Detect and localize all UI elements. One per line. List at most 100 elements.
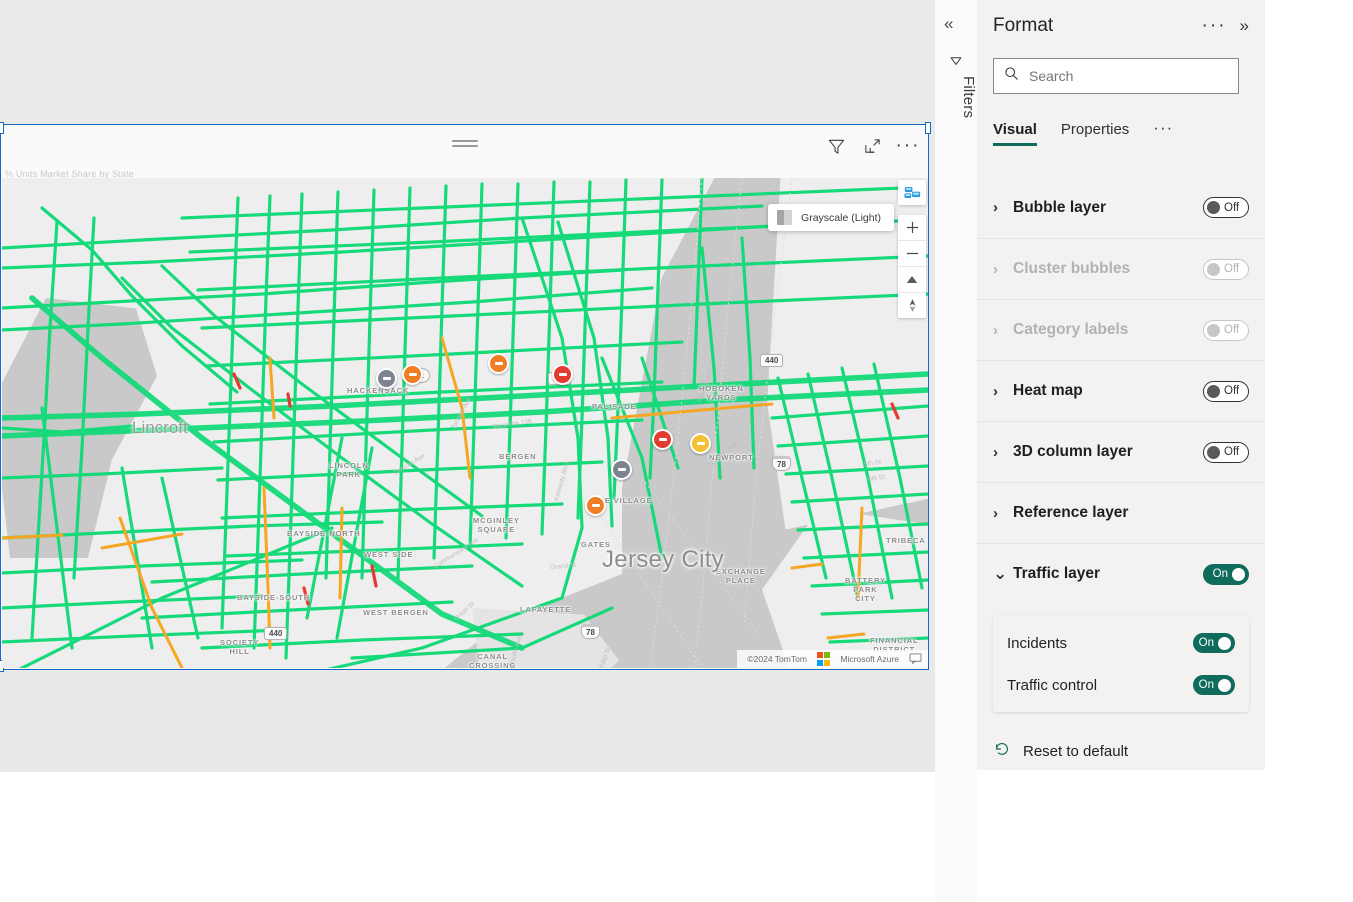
map-neighborhood-label: WEST SIDE [364, 550, 414, 559]
traffic-subrow-traffic-control[interactable]: Traffic control On [993, 664, 1249, 706]
traffic-subrow-incidents[interactable]: Incidents On [993, 622, 1249, 664]
toggle-switch[interactable]: Off [1203, 441, 1249, 463]
filter-funnel-icon[interactable] [947, 55, 965, 78]
map-neighborhood-label: BAYSIDE-NORTH [287, 529, 361, 538]
attribution-azure: Microsoft Azure [840, 654, 899, 664]
toggle-switch[interactable]: Off [1203, 319, 1249, 341]
collapse-pane-icon[interactable]: « [944, 14, 953, 34]
chevron-right-icon[interactable]: › [993, 444, 1013, 461]
tab-properties[interactable]: Properties [1061, 121, 1129, 146]
format-section-category-labels[interactable]: › Category labels Off [977, 299, 1265, 360]
drag-handle-icon[interactable] [451, 140, 478, 149]
subrow-label: Incidents [1007, 634, 1068, 652]
map-neighborhood-label: LAFAYETTE [520, 605, 572, 614]
format-section-traffic-layer[interactable]: ⌄ Traffic layer On [977, 543, 1265, 604]
toggle-switch[interactable]: On [1203, 563, 1249, 585]
search-icon [1004, 66, 1019, 86]
toggle-switch[interactable]: Off [1203, 380, 1249, 402]
map-style-name: Grayscale (Light) [801, 211, 881, 224]
map-neighborhood-label: LINCOLN PARK [329, 461, 369, 479]
filter-icon[interactable] [824, 134, 848, 158]
map-incident-marker[interactable] [488, 353, 509, 374]
traffic-layer-subsettings: Incidents On Traffic control On [993, 616, 1249, 712]
map-incident-marker[interactable] [552, 364, 573, 385]
toggle-switch[interactable]: Off [1203, 197, 1249, 218]
azure-logo-icon [816, 652, 831, 666]
tab-visual[interactable]: Visual [993, 121, 1037, 146]
map-route-shield: 440 [264, 627, 288, 640]
format-pane: Format ··· » Visual Properties ··· ›Bubb… [977, 0, 1353, 902]
map-neighborhood-label: BATTERY PARK CITY [845, 576, 886, 603]
section-label: Cluster bubbles [1013, 260, 1131, 277]
format-section-cluster-bubbles[interactable]: › Cluster bubbles Off [977, 238, 1265, 299]
compass-icon[interactable] [898, 293, 926, 318]
map-town-label: Lincroft [132, 418, 188, 437]
toggle-switch[interactable]: Off [1203, 258, 1249, 280]
report-canvas: ··· % Units Market Share by State HACKEN… [0, 0, 935, 902]
format-section-heat-map[interactable]: › Heat map Off [977, 360, 1265, 421]
toggle-switch[interactable]: On [1193, 633, 1235, 653]
map-neighborhood-label: WEST BERGEN [363, 608, 429, 617]
grayscale-swatch-icon [777, 210, 793, 225]
subrow-label: Traffic control [1007, 676, 1098, 694]
pane-expand-icon[interactable]: » [1240, 16, 1249, 36]
chevron-right-icon[interactable]: › [993, 322, 1013, 339]
focus-mode-icon[interactable] [860, 134, 884, 158]
format-pane-tabs: Visual Properties ··· [993, 118, 1249, 146]
chevron-right-icon[interactable]: › [993, 505, 1013, 522]
traffic-icon[interactable] [898, 180, 926, 205]
map-neighborhood-label: PALISADE [592, 402, 637, 411]
tabs-more-icon[interactable]: ··· [1153, 118, 1173, 146]
attribution-tomtom: ©2024 TomTom [747, 654, 807, 664]
section-label: Category labels [1013, 321, 1129, 338]
map-incident-marker[interactable] [402, 364, 423, 385]
map-incident-marker[interactable] [376, 368, 397, 389]
format-section-bubble-layer[interactable]: › Bubble layer Off [977, 177, 1265, 238]
app-root: ··· % Units Market Share by State HACKEN… [0, 0, 1353, 902]
map-neighborhood-label: BERGEN [499, 452, 537, 461]
map-city-label: Jersey City [602, 546, 724, 573]
feedback-icon[interactable] [909, 652, 922, 666]
format-section-reference-layer[interactable]: › Reference layer [977, 482, 1265, 543]
filters-pane-title[interactable]: Filters [935, 76, 977, 118]
map-neighborhood-label: MCGINLEY SQUARE [473, 516, 520, 534]
format-section-column-layer-3d[interactable]: › 3D column layer Off [977, 421, 1265, 482]
filters-rail: « Filters [935, 0, 978, 902]
section-label: Bubble layer [1013, 198, 1107, 216]
map-neighborhood-label: SOCIETY HILL [220, 638, 260, 656]
format-sections-list: › Bubble layer Off › Cluster bubbles Off › Cate… [977, 177, 1265, 604]
map-incident-marker[interactable] [585, 495, 606, 516]
map-visual-container[interactable]: ··· % Units Market Share by State HACKEN… [0, 122, 931, 672]
zoom-out-icon[interactable] [898, 241, 926, 267]
zoom-pitch-compass-group [898, 215, 926, 318]
pitch-icon[interactable] [898, 267, 926, 293]
search-input[interactable] [1027, 67, 1228, 85]
section-label: Traffic layer [1013, 565, 1101, 582]
section-label: Heat map [1013, 382, 1083, 399]
map-attribution: ©2024 TomTom Microsoft Azure [737, 650, 928, 668]
visual-header-toolbar: ··· [824, 134, 920, 158]
more-options-icon[interactable]: ··· [896, 134, 920, 158]
chevron-down-icon[interactable]: ⌄ [993, 565, 1013, 582]
map-route-shield: 440 [760, 354, 784, 367]
pane-more-icon[interactable]: ··· [1202, 16, 1227, 35]
format-search-box[interactable] [993, 58, 1239, 94]
reset-to-default-button[interactable]: Reset to default [993, 740, 1128, 763]
map-style-tooltip: Grayscale (Light) [768, 204, 894, 231]
reset-icon [993, 740, 1011, 763]
zoom-in-icon[interactable] [898, 215, 926, 241]
map-incident-marker[interactable] [611, 459, 632, 480]
chevron-right-icon[interactable]: › [993, 383, 1013, 400]
map-neighborhood-label: BAYSIDE-SOUTH [237, 593, 311, 602]
visual-header: ··· [1, 126, 928, 168]
chevron-right-icon[interactable]: › [993, 199, 1013, 216]
format-pane-header-actions: ··· » [1202, 16, 1249, 36]
map-neighborhood-label: TRIBECA [886, 536, 926, 545]
format-pane-header: Format ··· » [993, 10, 1249, 42]
map-incident-marker[interactable] [652, 429, 673, 450]
chevron-right-icon[interactable]: › [993, 261, 1013, 278]
map-incident-marker[interactable] [690, 433, 711, 454]
map-neighborhood-label: HACKENSACK [347, 386, 410, 395]
toggle-switch[interactable]: On [1193, 675, 1235, 695]
azure-map[interactable]: HACKENSACK PALISADE BERGEN LINCOLN PARK HOBOK… [2, 178, 928, 668]
